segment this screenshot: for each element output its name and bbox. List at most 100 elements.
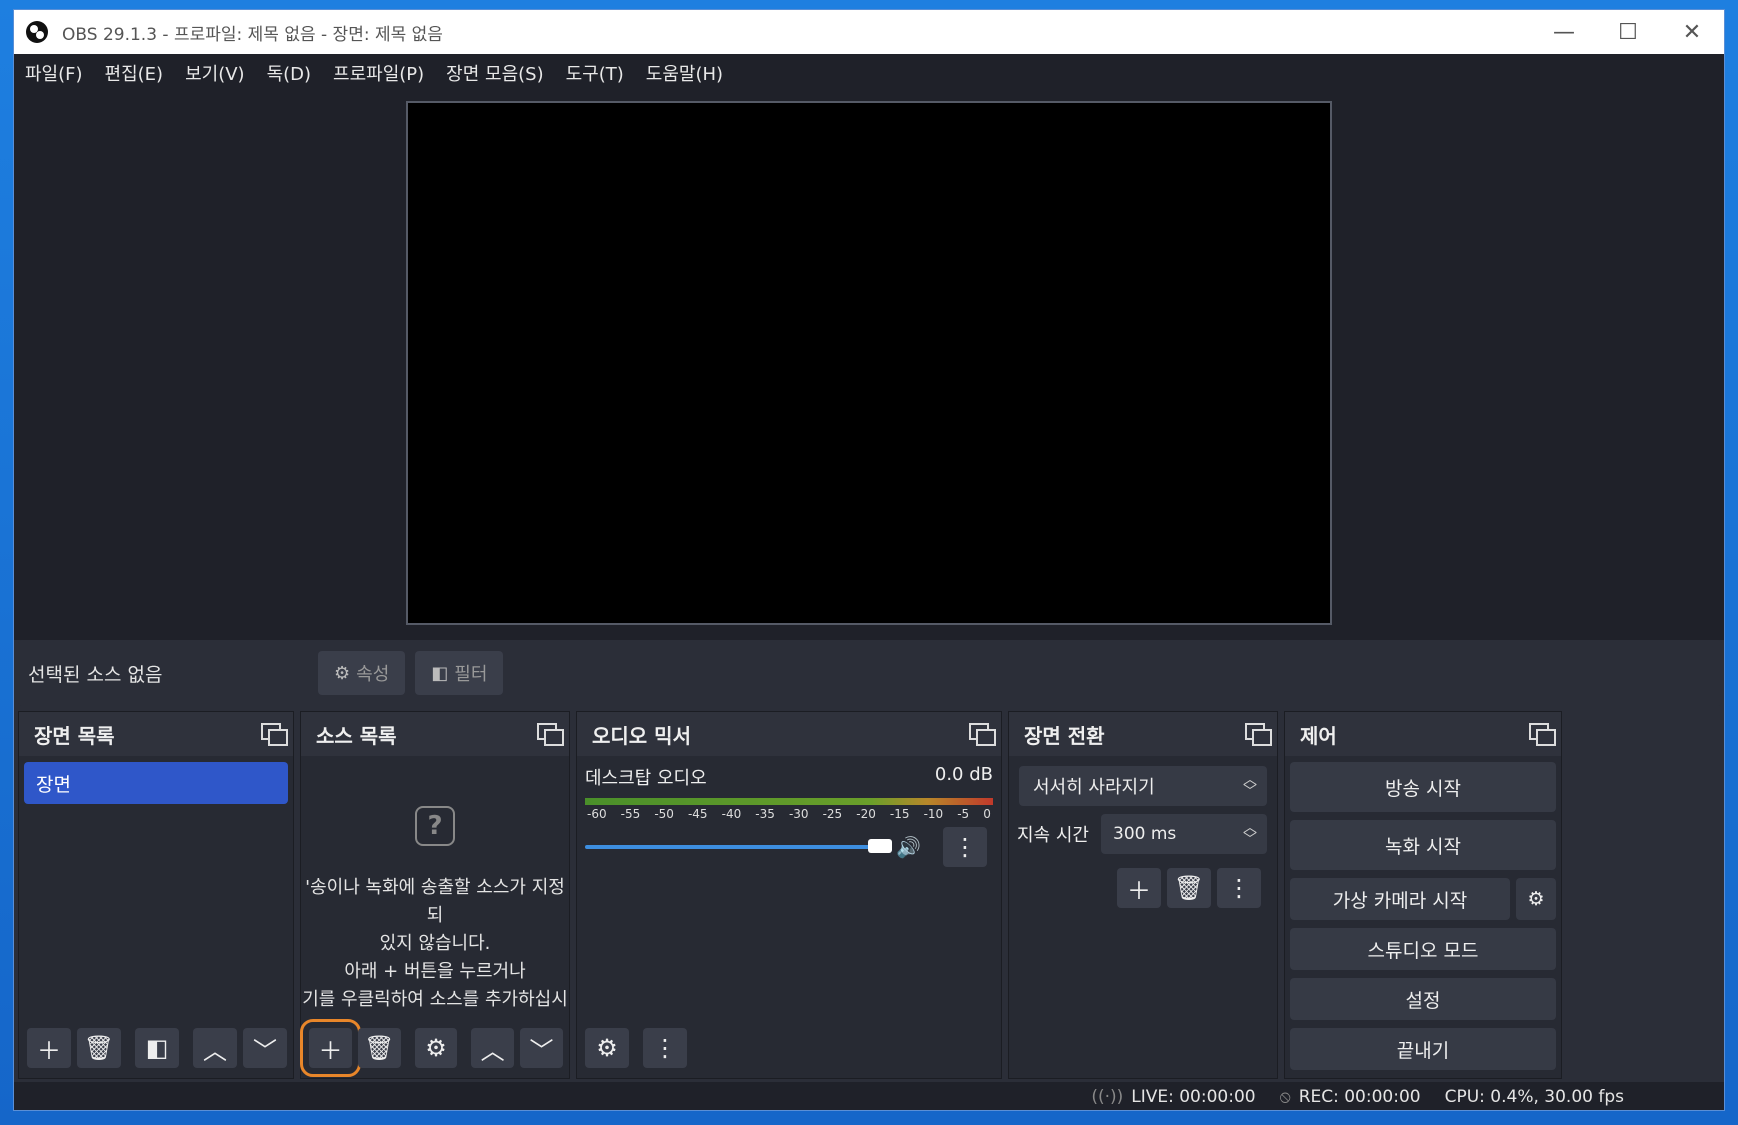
sources-dock: 소스 목록 ? '송이나 녹화에 송출할 소스가 지정되 있지 않습니다. 아래… xyxy=(300,711,570,1079)
menu-profile[interactable]: 프로파일(P) xyxy=(333,60,424,86)
filter-icon: ◧ xyxy=(145,1034,169,1062)
speaker-icon[interactable]: 🔊 xyxy=(896,835,921,859)
track-db: 0.0 dB xyxy=(934,764,993,785)
obs-logo-icon xyxy=(26,21,48,43)
audio-mixer-dock: 오디오 믹서 데스크탑 오디오 0.0 dB -60 -55 -50 -45 -40 -3… xyxy=(576,711,1002,1079)
menu-docks[interactable]: 독(D) xyxy=(267,60,311,86)
rec-time: REC: 00:00:00 xyxy=(1298,1087,1421,1107)
source-toolbar: 선택된 소스 없음 ⚙ 속성 ◧ 필터 xyxy=(18,640,1722,706)
undock-icon[interactable] xyxy=(537,723,564,746)
volume-meter xyxy=(585,798,993,805)
undock-icon[interactable] xyxy=(1245,723,1272,746)
menu-help[interactable]: 도움말(H) xyxy=(646,60,723,86)
obs-window: OBS 29.1.3 - 프로파일: 제목 없음 - 장면: 제목 없음 — ☐… xyxy=(13,9,1725,1111)
undock-icon[interactable] xyxy=(1529,723,1556,746)
gear-icon: ⚙ xyxy=(425,1034,447,1062)
move-scene-up-button[interactable]: ︿ xyxy=(193,1028,237,1068)
menu-scene-collection[interactable]: 장면 모음(S) xyxy=(446,60,543,86)
move-source-down-button[interactable]: ﹀ xyxy=(520,1028,563,1068)
empty-line: '송이나 녹화에 송출할 소스가 지정되 xyxy=(305,877,565,926)
menu-tools[interactable]: 도구(T) xyxy=(566,60,624,86)
plus-icon: ＋ xyxy=(318,1036,343,1065)
more-vertical-icon: ⋮ xyxy=(953,833,977,861)
remove-transition-button[interactable]: 🗑 xyxy=(1167,868,1211,908)
more-vertical-icon: ⋮ xyxy=(653,1034,677,1062)
question-icon: ? xyxy=(415,806,455,846)
scene-item[interactable]: 장면 xyxy=(24,762,288,804)
transitions-title: 장면 전환 xyxy=(1024,723,1105,748)
virtualcam-settings-button[interactable]: ⚙ xyxy=(1516,878,1556,920)
transition-selected: 서서히 사라지기 xyxy=(1033,777,1155,798)
filter-icon: ◧ xyxy=(431,662,449,684)
undock-icon[interactable] xyxy=(261,723,288,746)
close-button[interactable]: ✕ xyxy=(1660,10,1724,54)
chevron-up-icon: ︿ xyxy=(203,1036,227,1065)
record-status-icon: ⦸ xyxy=(1279,1087,1291,1107)
menu-bar: 파일(F) 편집(E) 보기(V) 독(D) 프로파일(P) 장면 모음(S) … xyxy=(14,54,1724,92)
controls-title: 제어 xyxy=(1300,723,1337,748)
scene-filters-button[interactable]: ◧ xyxy=(135,1028,179,1068)
maximize-button[interactable]: ☐ xyxy=(1596,10,1660,54)
gear-icon: ⚙ xyxy=(334,662,351,684)
duration-spinbox[interactable]: 300 ms ︿ ﹀ xyxy=(1101,814,1267,854)
plus-icon: ＋ xyxy=(37,1036,61,1065)
undock-icon[interactable] xyxy=(969,723,996,746)
filters-button[interactable]: ◧ 필터 xyxy=(415,651,504,695)
sources-title: 소스 목록 xyxy=(316,723,397,748)
transition-menu-button[interactable]: ⋮ xyxy=(1217,868,1261,908)
mixer-track: 데스크탑 오디오 0.0 dB -60 -55 -50 -45 -40 -35 -30 -25… xyxy=(577,756,1001,867)
remove-source-button[interactable]: 🗑 xyxy=(357,1028,401,1068)
advanced-audio-button[interactable]: ⚙ xyxy=(585,1028,629,1068)
empty-line: 기를 우클릭하여 소스를 추가하십시 xyxy=(302,989,568,1010)
remove-scene-button[interactable]: 🗑 xyxy=(77,1028,121,1068)
meter-tick-label: -5 xyxy=(957,807,970,821)
live-time: LIVE: 00:00:00 xyxy=(1131,1087,1256,1107)
chevron-down-icon: ﹀ xyxy=(529,1036,554,1065)
mixer-title: 오디오 믹서 xyxy=(592,723,691,748)
settings-button[interactable]: 설정 xyxy=(1290,978,1556,1020)
trash-icon: 🗑 xyxy=(1173,874,1205,902)
meter-tick-label: -55 xyxy=(620,807,641,821)
source-properties-button[interactable]: ⚙ xyxy=(414,1028,458,1068)
menu-edit[interactable]: 편집(E) xyxy=(105,60,164,86)
exit-button[interactable]: 끝내기 xyxy=(1290,1028,1556,1070)
meter-tick-label: -15 xyxy=(889,807,910,821)
track-name: 데스크탑 오디오 xyxy=(585,768,707,789)
studio-mode-button[interactable]: 스튜디오 모드 xyxy=(1290,928,1556,970)
add-source-button[interactable]: ＋ xyxy=(300,1019,361,1077)
start-virtualcam-button[interactable]: 가상 카메라 시작 xyxy=(1290,878,1510,920)
track-menu-button[interactable]: ⋮ xyxy=(943,827,987,867)
move-scene-down-button[interactable]: ﹀ xyxy=(243,1028,287,1068)
gear-icon: ⚙ xyxy=(1527,888,1545,910)
status-bar: ((·)) LIVE: 00:00:00 ⦸ REC: 00:00:00 CPU: … xyxy=(14,1082,1724,1110)
move-source-up-button[interactable]: ︿ xyxy=(471,1028,515,1068)
add-scene-button[interactable]: ＋ xyxy=(27,1028,71,1068)
chevron-updown-icon: ︿ ﹀ xyxy=(1243,772,1257,800)
sources-empty-message: ? '송이나 녹화에 송출할 소스가 지정되 있지 않습니다. 아래 + 버튼을… xyxy=(301,806,569,1014)
volume-slider[interactable] xyxy=(585,839,893,853)
volume-slider-knob[interactable] xyxy=(868,839,893,853)
meter-tick-label: -40 xyxy=(721,807,742,821)
mixer-menu-button[interactable]: ⋮ xyxy=(643,1028,687,1068)
empty-line: 아래 + 버튼을 누르거나 xyxy=(344,961,526,982)
meter-tick-label: -25 xyxy=(822,807,843,821)
start-recording-button[interactable]: 녹화 시작 xyxy=(1290,820,1556,870)
more-vertical-icon: ⋮ xyxy=(1227,874,1251,902)
properties-button[interactable]: ⚙ 속성 xyxy=(318,651,406,695)
meter-tick-label: -20 xyxy=(856,807,876,821)
start-streaming-button[interactable]: 방송 시작 xyxy=(1290,762,1556,812)
spin-arrows-icon[interactable]: ︿ ﹀ xyxy=(1243,821,1257,847)
no-source-label: 선택된 소스 없음 xyxy=(28,663,163,686)
menu-view[interactable]: 보기(V) xyxy=(185,60,244,86)
trash-icon: 🗑 xyxy=(364,1034,395,1062)
meter-tick-label: -35 xyxy=(755,807,775,821)
add-transition-button[interactable]: ＋ xyxy=(1117,868,1161,908)
meter-tick-label: 0 xyxy=(983,807,991,821)
meter-tick-label: -10 xyxy=(923,807,944,821)
menu-file[interactable]: 파일(F) xyxy=(25,60,83,86)
preview-canvas[interactable] xyxy=(406,101,1332,625)
minimize-button[interactable]: — xyxy=(1532,10,1596,54)
transition-select[interactable]: 서서히 사라지기 ︿ ﹀ xyxy=(1019,766,1267,806)
scenes-dock: 장면 목록 장면 ＋ 🗑 ◧ ︿ ﹀ xyxy=(18,711,294,1079)
controls-dock: 제어 방송 시작 녹화 시작 가상 카메라 시작 ⚙ 스튜디오 모드 설정 끝내… xyxy=(1284,711,1562,1079)
